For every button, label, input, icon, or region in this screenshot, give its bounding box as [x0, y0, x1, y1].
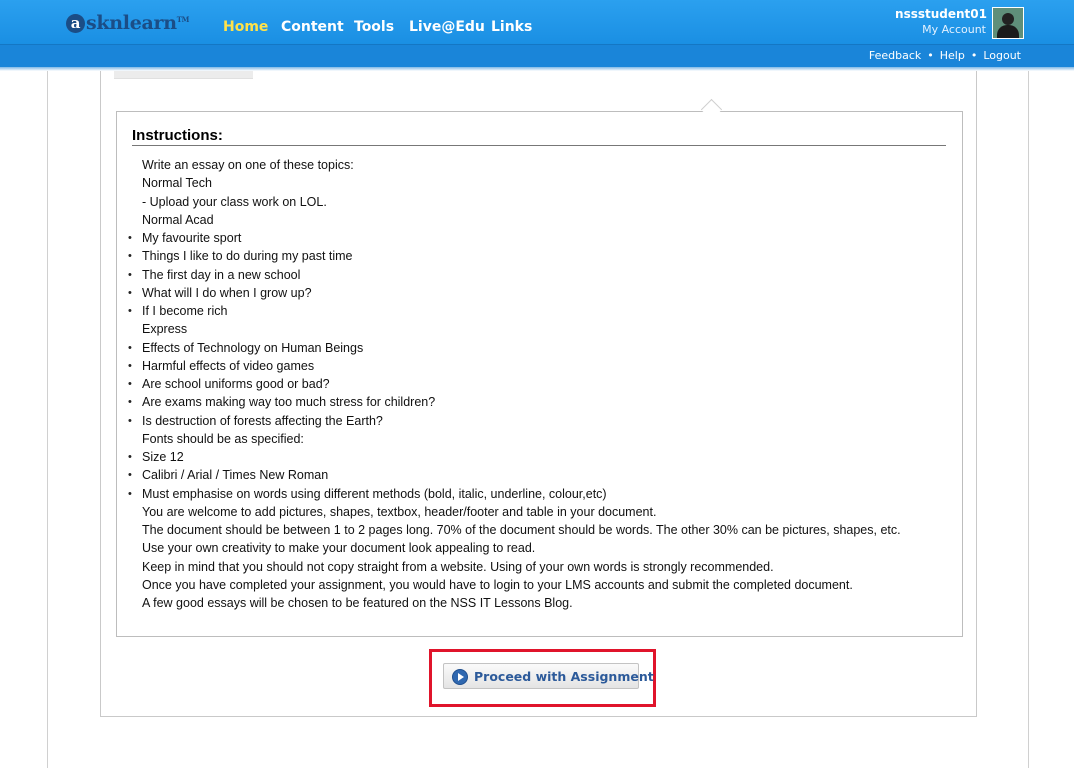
- instruction-line: You are welcome to add pictures, shapes,…: [142, 504, 657, 519]
- nav-live-edu[interactable]: Live@Edu: [409, 19, 485, 35]
- instruction-line: Express: [142, 322, 188, 337]
- instruction-line: Normal Tech: [142, 176, 212, 191]
- help-link[interactable]: Help: [940, 49, 965, 62]
- instruction-line: A few good essays will be chosen to be f…: [142, 596, 573, 610]
- instruction-line: Once you have completed your assignment,…: [142, 577, 853, 592]
- nav-home[interactable]: Home: [223, 19, 268, 35]
- proceed-button-label: Proceed with Assignment: [474, 669, 654, 684]
- play-circle-icon: [452, 669, 468, 685]
- instructions-list: Write an essay on one of these topics: No…: [117, 156, 901, 612]
- instruction-line: If I become rich: [117, 302, 901, 320]
- username: nssstudent01: [895, 7, 987, 21]
- utility-links: Feedback • Help • Logout: [869, 49, 1021, 62]
- instruction-line: Are exams making way too much stress for…: [117, 393, 901, 411]
- instruction-line: Calibri / Arial / Times New Roman: [117, 466, 901, 484]
- my-account-link[interactable]: My Account: [922, 23, 986, 36]
- instruction-line: Effects of Technology on Human Beings: [117, 339, 901, 357]
- logo-trademark: TM: [176, 15, 190, 24]
- proceed-with-assignment-button[interactable]: Proceed with Assignment: [443, 663, 654, 689]
- instruction-line: Use your own creativity to make your doc…: [142, 541, 536, 556]
- page-border-left: [47, 71, 48, 768]
- asknlearn-logo[interactable]: a sknlearnTM: [66, 12, 189, 36]
- nav-links[interactable]: Links: [491, 19, 532, 35]
- instructions-box: Instructions: Write an essay on one of t…: [116, 111, 963, 637]
- tab-stub: [114, 71, 253, 79]
- instruction-line: Is destruction of forests affecting the …: [117, 412, 901, 430]
- logo-letter: a: [66, 14, 85, 33]
- link-separator: •: [927, 49, 934, 62]
- instruction-line: What will I do when I grow up?: [117, 284, 901, 302]
- instruction-line: The document should be between 1 to 2 pa…: [142, 523, 901, 537]
- nav-tools[interactable]: Tools: [354, 19, 394, 35]
- instruction-line: Are school uniforms good or bad?: [117, 375, 901, 393]
- avatar-head-shape: [1002, 13, 1014, 25]
- link-separator: •: [970, 49, 978, 62]
- instruction-line: Size 12: [117, 448, 901, 466]
- instruction-line: Keep in mind that you should not copy st…: [142, 559, 774, 574]
- instruction-line: - Upload your class work on LOL.: [142, 194, 327, 209]
- page-border-right: [1028, 71, 1029, 768]
- instruction-line: Harmful effects of video games: [117, 357, 901, 375]
- feedback-link[interactable]: Feedback: [869, 49, 921, 62]
- instruction-line: Fonts should be as specified:: [142, 431, 304, 446]
- instruction-line: Write an essay on one of these topics:: [142, 158, 354, 172]
- avatar-body-shape: [997, 25, 1019, 38]
- instruction-line: Things I like to do during my past time: [117, 247, 901, 265]
- instructions-title: Instructions:: [132, 127, 946, 146]
- instruction-line: Normal Acad: [142, 212, 214, 227]
- logo-wordmark: sknlearn: [86, 12, 177, 34]
- nav-content[interactable]: Content: [281, 19, 344, 35]
- instruction-line: Must emphasise on words using different …: [117, 485, 901, 503]
- avatar[interactable]: [992, 7, 1024, 39]
- instruction-line: My favourite sport: [117, 229, 901, 247]
- logout-link[interactable]: Logout: [983, 49, 1021, 62]
- instruction-line: The first day in a new school: [117, 266, 901, 284]
